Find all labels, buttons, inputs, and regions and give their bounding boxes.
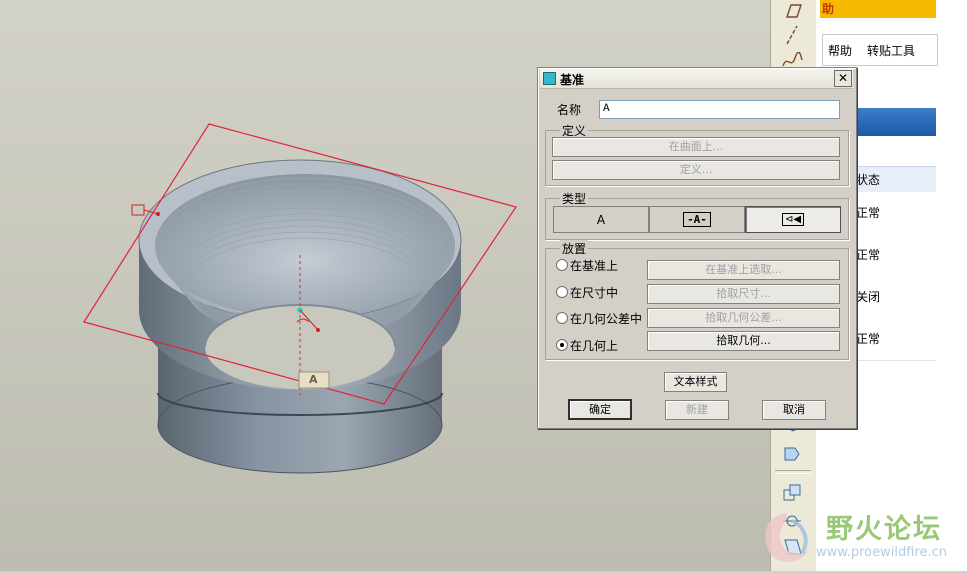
status-row: 正常 (848, 192, 936, 235)
datum-symbol-label: A (309, 373, 318, 386)
dialog-app-icon (543, 72, 556, 85)
placement-group-label: 放置 (560, 240, 589, 257)
pick-dimension-button[interactable]: 拾取尺寸... (647, 284, 840, 304)
site-watermark: 野火论坛 www.proewildfire.cn (752, 505, 967, 571)
status-row: 正常 (848, 318, 936, 361)
panel-banner: 助 (820, 0, 936, 18)
type-plain-button[interactable]: A (553, 206, 649, 233)
type-flag-button[interactable]: ⊲◀ (745, 206, 841, 233)
on-geometry-label: 在几何上 (570, 339, 619, 353)
copy-icon[interactable] (777, 440, 807, 466)
banner-text: 助 (822, 2, 835, 16)
on-surface-button[interactable]: 在曲面上... (552, 137, 840, 157)
dialog-titlebar[interactable]: 基准 (540, 69, 853, 89)
mirror-icon[interactable] (777, 480, 807, 506)
status-row: 正常 (848, 234, 936, 277)
name-label: 名称 (557, 103, 582, 117)
axis-icon[interactable] (777, 22, 807, 48)
select-on-datum-button[interactable]: 在基准上选取... (647, 260, 840, 280)
text-style-button[interactable]: 文本样式 (664, 372, 727, 392)
cancel-button[interactable]: 取消 (762, 400, 826, 420)
type-group-label: 类型 (560, 190, 589, 207)
watermark-logo-icon (765, 513, 808, 562)
on-datum-radio[interactable] (556, 259, 568, 271)
type-flag-label: ⊲◀ (781, 213, 805, 226)
in-dimension-radio[interactable] (556, 286, 568, 298)
in-gtol-radio[interactable] (556, 312, 568, 324)
on-datum-label: 在基准上 (570, 259, 619, 273)
status-header-label: 状态 (856, 173, 881, 187)
repost-tool-menu[interactable]: 转贴工具 (867, 42, 915, 59)
status-row: 关闭 (848, 276, 936, 319)
type-boxed-button[interactable]: -A- (649, 206, 745, 233)
plane-icon[interactable] (777, 0, 807, 24)
status-value: 正常 (856, 206, 881, 220)
panel-header-bar (848, 108, 936, 136)
close-icon[interactable]: ✕ (834, 70, 852, 87)
name-field[interactable]: A (599, 100, 840, 119)
watermark-url: www.proewildfire.cn (816, 545, 947, 560)
status-value: 正常 (856, 332, 881, 346)
status-column-header: 状态 (848, 166, 936, 193)
type-boxed-label: -A- (683, 212, 711, 227)
help-menu[interactable]: 帮助 (828, 42, 852, 59)
dialog-title: 基准 (560, 73, 585, 87)
panel-menubar: 帮助 转贴工具 (822, 34, 938, 66)
status-value: 正常 (856, 248, 881, 262)
on-geometry-radio[interactable] (556, 339, 568, 351)
ok-button[interactable]: 确定 (568, 399, 632, 420)
in-gtol-label: 在几何公差中 (570, 312, 643, 326)
in-dimension-label: 在尺寸中 (570, 286, 619, 300)
pick-geometry-button[interactable]: 拾取几何... (647, 331, 840, 351)
status-value: 关闭 (856, 290, 881, 304)
pick-gtol-button[interactable]: 拾取几何公差... (647, 308, 840, 328)
new-button[interactable]: 新建 (665, 400, 729, 420)
define-button[interactable]: 定义... (552, 160, 840, 180)
type-plain-label: A (596, 212, 606, 227)
watermark-title: 野火论坛 (826, 514, 942, 545)
